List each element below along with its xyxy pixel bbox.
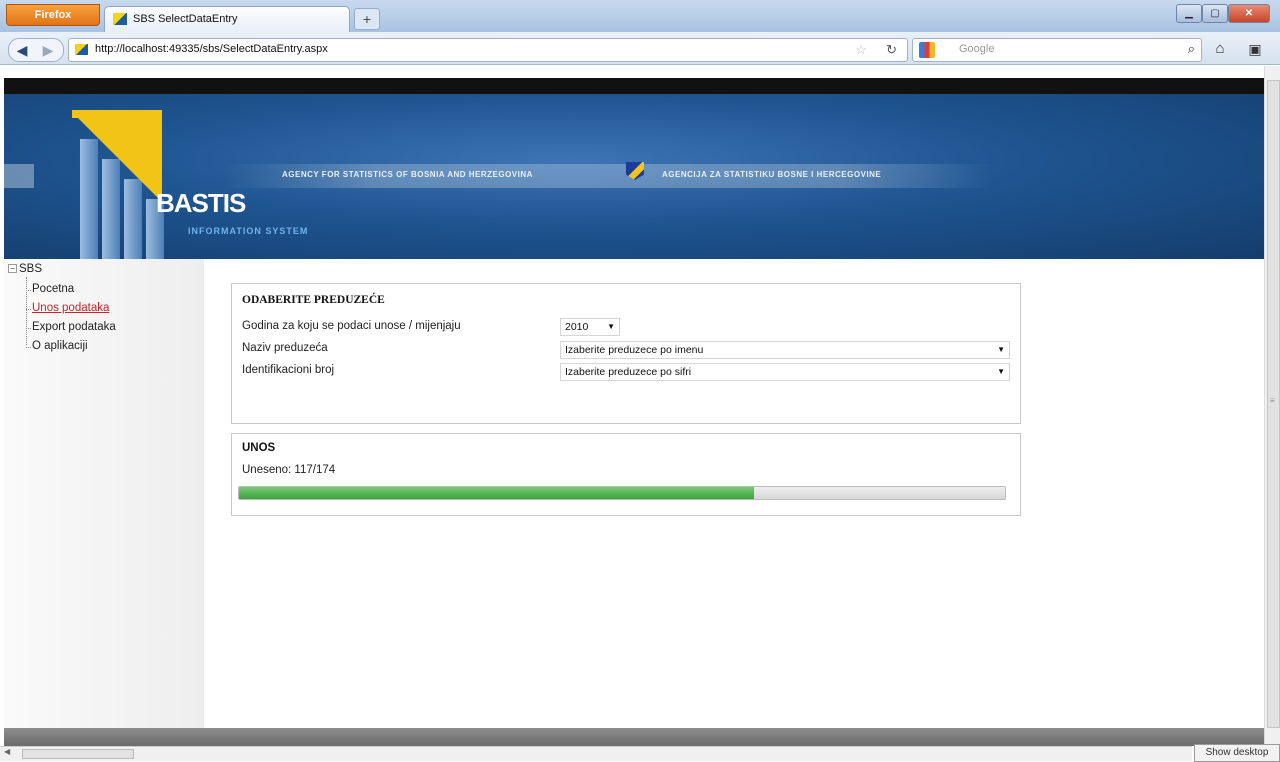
back-arrow-icon[interactable]: ◀ [9, 39, 35, 61]
header-stripe [4, 78, 1264, 94]
firefox-menu-button[interactable]: Firefox [6, 4, 100, 26]
select-company-panel: ODABERITE PREDUZEĆE Godina za koju se po… [231, 283, 1021, 424]
company-name-select[interactable]: Izaberite preduzece po imenu ▼ [560, 341, 1010, 359]
scrollbar-thumb[interactable] [22, 749, 134, 759]
minimize-button[interactable]: ▁ [1176, 4, 1202, 23]
entry-title: UNOS [242, 442, 276, 454]
new-tab-button[interactable]: + [354, 8, 380, 30]
home-button[interactable]: ⌂ [1208, 38, 1232, 60]
search-engine-icon[interactable] [919, 42, 935, 58]
reload-icon[interactable]: ↻ [886, 42, 897, 58]
entry-panel: UNOS Uneseno: 117/174 [231, 433, 1021, 516]
tree-connector [26, 277, 27, 345]
sidebar-item-export-podataka[interactable]: Export podataka [26, 321, 116, 333]
vertical-scrollbar[interactable]: ≡ [1264, 66, 1280, 746]
scroll-grip-icon: ≡ [1270, 396, 1275, 405]
close-window-button[interactable]: ✕ [1228, 4, 1270, 23]
company-id-select[interactable]: Izaberite preduzece po sifri ▼ [560, 363, 1010, 381]
sidebar-tree: − SBS Pocetna Unos podataka Export podata… [4, 259, 204, 746]
bookmark-star-icon[interactable]: ☆ [855, 42, 867, 58]
year-label: Godina za koju se podaci unose / mijenja… [242, 320, 461, 332]
web-page: BASTIS INFORMATION SYSTEM AGENCY FOR STA… [4, 66, 1264, 746]
chevron-down-icon: ▼ [607, 322, 615, 331]
forward-arrow-icon[interactable]: ▶ [35, 39, 61, 61]
logo-triangle-top [72, 110, 162, 118]
sidebar-item-o-aplikaciji[interactable]: O aplikaciji [26, 340, 88, 352]
banner-left-strip [4, 164, 34, 188]
collapse-icon[interactable]: − [8, 264, 17, 274]
panel-title: ODABERITE PREDUZEĆE [242, 294, 385, 306]
year-select[interactable]: 2010 ▼ [560, 318, 620, 336]
company-name-label: Naziv preduzeća [242, 342, 328, 354]
scroll-left-icon[interactable]: ◀ [4, 747, 10, 756]
agency-name-ba: AGENCIJA ZA STATISTIKU BOSNE I HERCEGOVI… [662, 170, 882, 179]
logo-triangle [72, 112, 162, 202]
show-desktop-button[interactable]: Show desktop [1194, 744, 1280, 762]
tab-title: SBS SelectDataEntry [133, 13, 238, 25]
entry-progress-fill [239, 487, 754, 499]
search-icon[interactable]: ⌕ [1188, 41, 1195, 57]
search-placeholder[interactable]: Google [959, 43, 994, 55]
logo-subtitle: INFORMATION SYSTEM [188, 226, 309, 236]
site-identity-icon[interactable] [75, 44, 88, 55]
logo-title: BASTIS [156, 188, 246, 218]
chevron-down-icon: ▼ [997, 367, 1005, 376]
sidebar-item-unos-podataka[interactable]: Unos podataka [25, 302, 109, 314]
company-id-label: Identifikacioni broj [242, 364, 335, 376]
favicon-icon [113, 13, 127, 25]
address-bar[interactable]: http://localhost:49335/sbs/SelectDataEnt… [68, 38, 908, 62]
company-id-value: Izaberite preduzece po sifri [565, 366, 692, 378]
url-text[interactable]: http://localhost:49335/sbs/SelectDataEnt… [95, 43, 328, 55]
year-value: 2010 [565, 321, 589, 333]
sidebar-item-pocetna[interactable]: Pocetna [25, 283, 74, 295]
site-banner: BASTIS INFORMATION SYSTEM AGENCY FOR STA… [4, 94, 1264, 259]
back-forward-buttons[interactable]: ◀ ▶ [8, 38, 64, 62]
maximize-button[interactable]: ▢ [1202, 4, 1228, 23]
entry-progress-bar [238, 486, 1006, 500]
tree-root[interactable]: − SBS [8, 263, 42, 275]
horizontal-scrollbar[interactable]: ◀ [0, 746, 1192, 761]
tree-root-label[interactable]: SBS [19, 263, 42, 275]
agency-name-en: AGENCY FOR STATISTICS OF BOSNIA AND HERZ… [282, 170, 533, 179]
toolbar-menu-button[interactable]: ▣ [1240, 38, 1270, 60]
entry-status: Uneseno: 117/174 [242, 464, 336, 476]
company-name-value: Izaberite preduzece po imenu [565, 344, 704, 356]
browser-tab[interactable]: SBS SelectDataEntry [104, 6, 350, 33]
chevron-down-icon: ▼ [997, 345, 1005, 354]
search-bar[interactable]: Google ⌕ [912, 38, 1202, 62]
page-footer-bar [4, 728, 1264, 746]
